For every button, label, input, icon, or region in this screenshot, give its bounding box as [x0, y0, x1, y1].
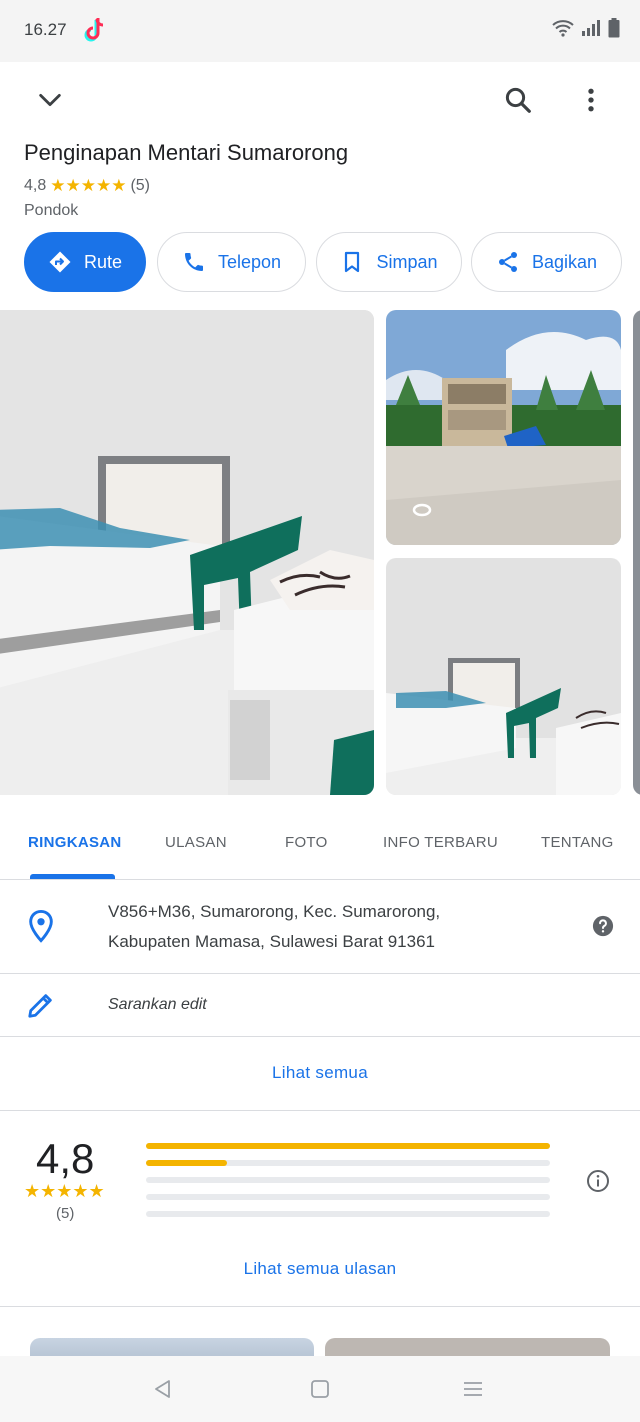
- rating-summary: 4,8 ★★★★★ (5) Lihat semua ulasan: [0, 1111, 640, 1307]
- tab-bar: RINGKASAN ULASAN FOTO INFO TERBARU TENTA…: [0, 812, 640, 880]
- call-button[interactable]: Telepon: [157, 232, 306, 292]
- preview-card-2[interactable]: [325, 1338, 610, 1358]
- rating-bar-fill: [146, 1143, 550, 1149]
- place-rating-stars: ★★★★★: [50, 176, 127, 195]
- rating-bar-5-star: [146, 1143, 550, 1149]
- tab-ringkasan[interactable]: RINGKASAN: [28, 834, 122, 851]
- summary-rating-stars: ★★★★★: [24, 1181, 105, 1201]
- address-line-2: Kabupaten Mamasa, Sulawesi Barat 91361: [108, 932, 435, 951]
- street-view-photo[interactable]: [386, 310, 621, 545]
- tab-info-terbaru[interactable]: INFO TERBARU: [383, 834, 498, 851]
- save-button[interactable]: Simpan: [316, 232, 462, 292]
- rating-bar-fill: [146, 1160, 227, 1166]
- see-all-reviews-link[interactable]: Lihat semua ulasan: [0, 1259, 640, 1279]
- address-row[interactable]: V856+M36, Sumarorong, Kec. Sumarorong, K…: [0, 881, 640, 974]
- place-rating-value: 4,8: [24, 177, 47, 194]
- nav-home-icon[interactable]: [309, 1378, 331, 1400]
- share-button[interactable]: Bagikan: [471, 232, 622, 292]
- share-label: Bagikan: [531, 251, 598, 272]
- tab-tentang[interactable]: TENTANG: [541, 834, 614, 851]
- action-row: Rute Telepon Simpan Bagikan: [24, 232, 640, 292]
- rating-bar-3-star: [146, 1177, 550, 1183]
- info-icon[interactable]: [586, 1169, 610, 1193]
- second-room-photo[interactable]: [386, 558, 621, 795]
- address-text: V856+M36, Sumarorong, Kec. Sumarorong, K…: [108, 897, 440, 957]
- address-line-1: V856+M36, Sumarorong, Kec. Sumarorong,: [108, 902, 441, 921]
- directions-icon: [49, 251, 71, 273]
- photo-carousel[interactable]: [0, 310, 640, 795]
- main-photo[interactable]: [0, 310, 374, 795]
- bookmark-icon: [345, 251, 360, 273]
- place-review-count: (5): [130, 177, 151, 194]
- rating-bar-4-star: [146, 1160, 550, 1166]
- review-photo-previews: [0, 1338, 640, 1358]
- system-nav-bar: [0, 1356, 640, 1422]
- bedroom-photo-image: [0, 310, 374, 795]
- save-label: Simpan: [376, 251, 438, 272]
- status-time: 16.27: [24, 20, 67, 39]
- see-all-row: Lihat semua: [0, 1037, 640, 1111]
- summary-rating-value: 4,8: [36, 1135, 95, 1182]
- location-pin-icon: [29, 909, 53, 943]
- rating-bar-2-star: [146, 1194, 550, 1200]
- place-category: Pondok: [24, 202, 79, 219]
- collapse-button[interactable]: [26, 76, 74, 124]
- more-vert-icon: [588, 88, 594, 112]
- share-icon: [498, 252, 517, 272]
- preview-card-1[interactable]: [30, 1338, 314, 1358]
- signal-icon: [582, 20, 600, 36]
- tab-ulasan[interactable]: ULASAN: [165, 834, 227, 851]
- phone-icon: [184, 253, 203, 271]
- summary-review-count: (5): [56, 1205, 75, 1222]
- call-label: Telepon: [217, 251, 282, 272]
- search-icon: [505, 87, 531, 113]
- status-icons: [552, 18, 620, 38]
- more-options-button[interactable]: [567, 76, 615, 124]
- suggest-edit-row[interactable]: Sarankan edit: [0, 974, 640, 1037]
- help-icon[interactable]: [592, 915, 614, 937]
- place-title: Penginapan Mentari Sumarorong: [24, 140, 349, 165]
- directions-button[interactable]: Rute: [24, 232, 146, 292]
- suggest-edit-label: Sarankan edit: [108, 996, 207, 1013]
- active-tab-indicator: [30, 874, 115, 879]
- search-button[interactable]: [494, 76, 542, 124]
- nav-back-icon[interactable]: [152, 1378, 174, 1400]
- street-view-image: [386, 310, 621, 545]
- next-photo-peek[interactable]: [633, 310, 640, 795]
- edit-pencil-icon: [28, 994, 52, 1018]
- place-rating-row[interactable]: 4,8 ★★★★★ (5): [24, 176, 150, 196]
- status-bar: 16.27: [0, 0, 640, 62]
- nav-recents-icon[interactable]: [462, 1378, 484, 1400]
- room-photo-image: [386, 558, 621, 795]
- chevron-down-icon: [39, 93, 61, 107]
- rating-bar-1-star: [146, 1211, 550, 1217]
- battery-icon: [608, 18, 620, 38]
- top-bar: [0, 62, 640, 138]
- tiktok-notification-icon: [84, 18, 104, 42]
- tab-foto[interactable]: FOTO: [285, 834, 328, 851]
- see-all-link[interactable]: Lihat semua: [0, 1063, 640, 1083]
- wifi-icon: [552, 20, 574, 37]
- directions-label: Rute: [83, 251, 123, 272]
